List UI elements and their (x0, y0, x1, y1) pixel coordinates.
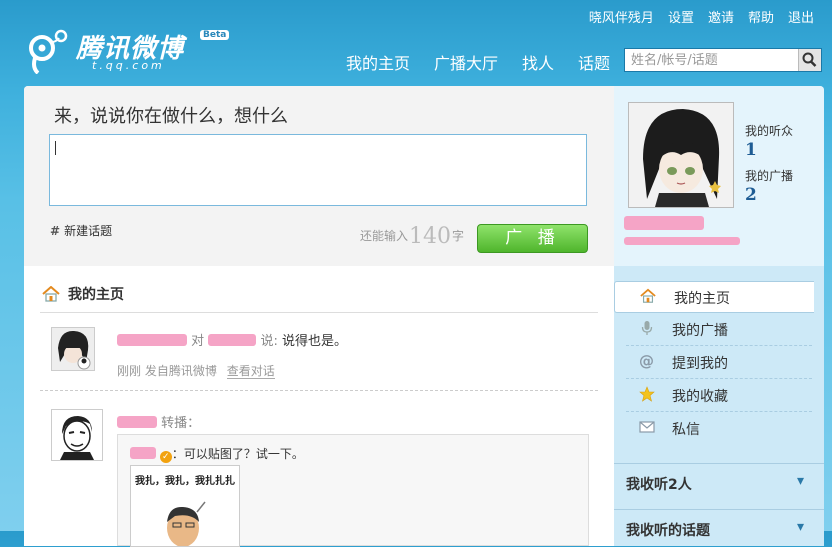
reposted-content: ✓ ：可以贴图了？试一下。 我扎，我扎，我扎扎扎 (117, 434, 589, 547)
sidebar: 我的听众 1 我的广播 2 我的主页 我的广播 @ 提到我的 我的收藏 私信 我… (614, 86, 824, 546)
counter-suffix: 字 (452, 229, 465, 243)
microphone-icon (641, 321, 653, 335)
counter-prefix: 还能输入 (360, 229, 409, 243)
meme-photo-image (167, 501, 206, 546)
sidebar-item-my-broadcasts[interactable]: 我的广播 (626, 313, 812, 346)
nav-broadcast-hall[interactable]: 广播大厅 (434, 50, 498, 74)
chevron-down-icon: ▾ (796, 519, 804, 535)
text-caret (55, 141, 56, 155)
post-meta: 刚刚 发自腾讯微博 查看对话 (117, 362, 275, 379)
feed-title-text: 我的主页 (68, 287, 124, 303)
username-link[interactable]: 晓风伴残月 (589, 7, 654, 26)
post-action: 转播： (161, 416, 201, 431)
main-panel: 来，说说你在做什么，想什么 # 新建话题 还能输入140字 广 播 我的主页 对… (24, 86, 615, 547)
search-input[interactable] (625, 49, 797, 71)
sidebar-item-label: 私信 (672, 422, 700, 438)
redacted-original-author[interactable] (130, 447, 156, 459)
nav-my-home[interactable]: 我的主页 (346, 50, 410, 74)
sidebar-item-my-home[interactable]: 我的主页 (614, 281, 814, 313)
hashtag-icon: # (50, 224, 61, 238)
chevron-down-icon: ▾ (796, 473, 804, 489)
anime-avatar-image (52, 328, 94, 370)
post-time: 刚刚 (117, 364, 142, 378)
feed-item: 对 说: 说得也是。 刚刚 发自腾讯微博 查看对话 (40, 318, 598, 391)
following-section[interactable]: 我收听2人 ▾ (614, 463, 824, 500)
help-link[interactable]: 帮助 (748, 7, 774, 26)
post-textarea[interactable] (49, 134, 587, 206)
redacted-profile-url[interactable] (624, 237, 740, 245)
sidebar-item-label: 我的主页 (674, 291, 730, 307)
logo-mark-icon (29, 29, 68, 74)
sidebar-item-mentions[interactable]: @ 提到我的 (626, 346, 812, 379)
sidebar-item-messages[interactable]: 私信 (626, 412, 812, 444)
search-button[interactable] (798, 49, 821, 71)
view-conversation-link[interactable]: 查看对话 (226, 364, 275, 379)
logout-link[interactable]: 退出 (788, 7, 814, 26)
top-links: 晓风伴残月 设置 邀请 帮助 退出 (589, 7, 814, 26)
following-label: 我收听2人 (626, 477, 692, 493)
search-icon (802, 52, 817, 67)
sidebar-item-label: 我的广播 (672, 323, 728, 339)
house-icon (640, 288, 656, 303)
settings-link[interactable]: 设置 (668, 7, 694, 26)
post-text: 说得也是。 (281, 334, 347, 349)
at-icon: @ (639, 352, 654, 370)
broadcast-button[interactable]: 广 播 (477, 224, 588, 253)
followers-count: 1 (745, 140, 757, 160)
cartoon-avatar-image (52, 410, 102, 460)
feed-item: 转播： ✓ ：可以贴图了？试一下。 我扎，我扎，我扎扎扎 (40, 400, 598, 547)
repost-text: ：可以贴图了？试一下。 (171, 447, 304, 461)
topics-label: 我收听的话题 (626, 523, 710, 539)
post-source: 发自腾讯微博 (144, 364, 217, 378)
post-connector: 对 (191, 334, 205, 349)
redacted-target-username[interactable] (208, 334, 257, 346)
repost-line: ✓ ：可以贴图了？试一下。 (130, 445, 304, 463)
broadcasts-label: 我的广播 (745, 169, 794, 183)
star-icon (639, 386, 655, 402)
feed-title: 我的主页 (42, 284, 124, 304)
sidebar-item-favorites[interactable]: 我的收藏 (626, 379, 812, 412)
post-header: 对 说: 说得也是。 (117, 330, 347, 349)
broadcasts-count: 2 (745, 185, 757, 205)
beta-badge: Beta (200, 30, 230, 40)
new-topic-label: 新建话题 (64, 224, 113, 238)
composer: 来，说说你在做什么，想什么 # 新建话题 还能输入140字 广 播 (24, 86, 615, 266)
redacted-profile-name[interactable] (624, 216, 704, 230)
new-topic-button[interactable]: # 新建话题 (50, 222, 112, 239)
avatar[interactable] (51, 409, 103, 461)
invite-link[interactable]: 邀请 (708, 7, 734, 26)
profile-card: 我的听众 1 我的广播 2 (614, 86, 824, 266)
logo-domain: t.qq.com (92, 59, 165, 72)
char-counter: 还能输入140字 (360, 224, 464, 249)
envelope-icon (639, 421, 655, 433)
repost-image[interactable]: 我扎，我扎，我扎扎扎 (130, 465, 240, 547)
anime-avatar-image (629, 103, 733, 207)
redacted-username[interactable] (117, 416, 157, 428)
sidebar-menu: 我的主页 我的广播 @ 提到我的 我的收藏 私信 (614, 281, 824, 444)
profile-avatar[interactable] (628, 102, 734, 208)
broadcasts-stat[interactable]: 我的广播 2 (745, 167, 793, 205)
verified-badge-icon: ✓ (159, 451, 172, 463)
followers-stat[interactable]: 我的听众 1 (745, 122, 793, 160)
search-box (624, 48, 822, 72)
post-header: 转播： (117, 412, 200, 431)
avatar[interactable] (51, 327, 95, 371)
followers-label: 我的听众 (745, 124, 794, 138)
sidebar-item-label: 我的收藏 (672, 389, 728, 405)
post-said: 说: (260, 334, 278, 349)
topics-section[interactable]: 我收听的话题 ▾ (614, 509, 824, 546)
nav-topics[interactable]: 话题 (578, 50, 610, 74)
redacted-username[interactable] (117, 334, 187, 346)
sidebar-item-label: 提到我的 (672, 356, 728, 372)
house-icon (42, 286, 60, 302)
main-nav: 我的主页 广播大厅 找人 话题 (346, 50, 634, 74)
site-logo[interactable]: 腾讯微博 t.qq.com Beta (26, 28, 230, 76)
composer-prompt: 来，说说你在做什么，想什么 (54, 106, 288, 127)
counter-value: 140 (409, 224, 452, 249)
nav-find-people[interactable]: 找人 (522, 50, 554, 74)
feed-divider (40, 312, 598, 313)
